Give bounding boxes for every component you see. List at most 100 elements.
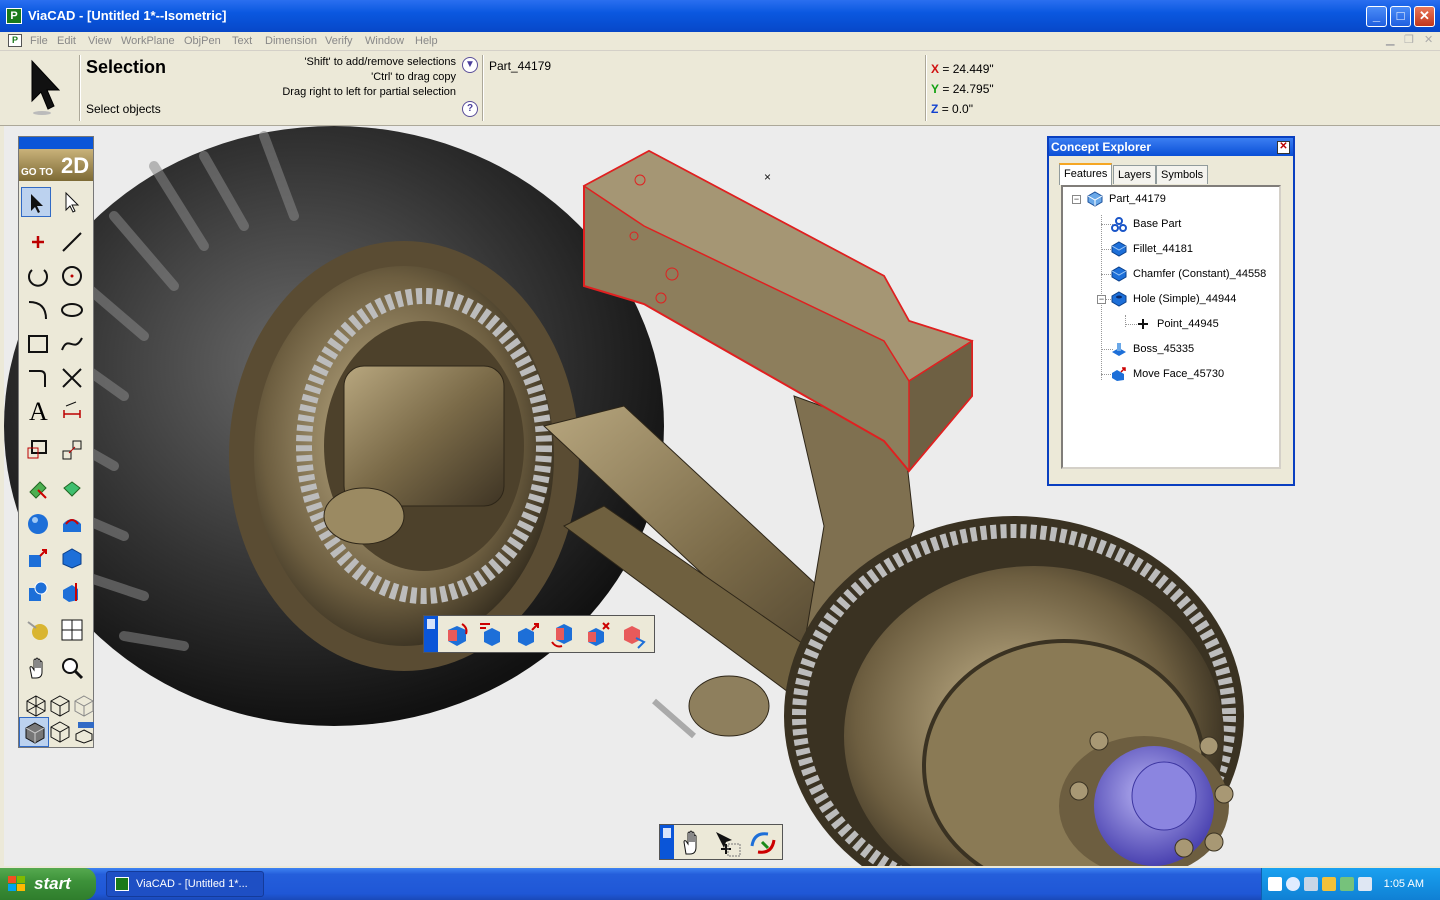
tree-item-base-part[interactable]: Base Part bbox=[1111, 215, 1181, 233]
move-face-icon bbox=[1112, 367, 1126, 382]
partial-select-tool[interactable] bbox=[57, 187, 87, 217]
maximize-button[interactable]: □ bbox=[1390, 6, 1411, 27]
render-tool[interactable] bbox=[23, 615, 53, 645]
mdi-restore-icon[interactable]: ❐ bbox=[1404, 33, 1414, 46]
goto-2d-button[interactable]: GO TO 2D bbox=[19, 149, 93, 181]
replace-face-icon[interactable] bbox=[618, 620, 648, 650]
concept-explorer-panel: Concept Explorer ✕ Features Layers Symbo… bbox=[1047, 136, 1295, 486]
view-named-tool[interactable] bbox=[69, 717, 99, 747]
menu-text[interactable]: Text bbox=[232, 33, 252, 49]
move-face-tool-icon[interactable] bbox=[512, 620, 542, 650]
text-tool[interactable]: A bbox=[23, 397, 53, 427]
view-toolbar-grip[interactable] bbox=[660, 825, 674, 859]
menu-edit[interactable]: Edit bbox=[57, 33, 76, 49]
window-title: ViaCAD - [Untitled 1*--Isometric] bbox=[28, 8, 227, 23]
help-button[interactable]: ? bbox=[462, 101, 478, 117]
box-tool[interactable] bbox=[57, 543, 87, 573]
pan-tool[interactable] bbox=[23, 653, 53, 683]
trim-tool[interactable] bbox=[57, 363, 87, 393]
dimension-tool[interactable] bbox=[57, 397, 87, 427]
help-tray-icon[interactable] bbox=[1268, 877, 1282, 891]
svg-text:×: × bbox=[764, 170, 771, 184]
tree-item-fillet[interactable]: Fillet_44181 bbox=[1111, 240, 1193, 258]
menu-help[interactable]: Help bbox=[415, 33, 438, 49]
select-arrow-icon bbox=[31, 194, 43, 213]
arc-tool[interactable] bbox=[23, 261, 53, 291]
rectangle-tool[interactable] bbox=[23, 329, 53, 359]
viacad-app-icon[interactable]: P bbox=[6, 8, 22, 24]
menu-verify[interactable]: Verify bbox=[325, 33, 353, 49]
circle-tool[interactable] bbox=[57, 261, 87, 291]
network-tray-icon[interactable] bbox=[1304, 877, 1318, 891]
tree-item-point[interactable]: Point_44945 bbox=[1135, 315, 1219, 333]
start-button[interactable]: start bbox=[0, 868, 96, 900]
delete-face-icon[interactable] bbox=[582, 620, 612, 650]
window-title-bar[interactable]: P ViaCAD - [Untitled 1*--Isometric] _ □ … bbox=[0, 0, 1440, 32]
workplane-tool[interactable] bbox=[23, 435, 53, 465]
menu-window[interactable]: Window bbox=[365, 33, 404, 49]
tree-item-hole[interactable]: Hole (Simple)_44944 bbox=[1111, 290, 1236, 308]
volume-tray-icon[interactable] bbox=[1358, 877, 1372, 891]
show-hidden-icons-icon[interactable] bbox=[1286, 877, 1300, 891]
point-icon bbox=[1138, 319, 1148, 330]
transform-tool[interactable] bbox=[57, 435, 87, 465]
extrude-tool[interactable] bbox=[23, 475, 53, 505]
minimize-button[interactable]: _ bbox=[1366, 6, 1387, 27]
menu-objpen[interactable]: ObjPen bbox=[184, 33, 221, 49]
rotate-face-icon[interactable] bbox=[442, 620, 472, 650]
tab-features[interactable]: Features bbox=[1059, 163, 1113, 185]
tool-palette-grip[interactable] bbox=[19, 137, 93, 149]
system-clock[interactable]: 1:05 AM bbox=[1384, 878, 1424, 890]
light-bulb-icon bbox=[27, 621, 48, 640]
ellipse-tool[interactable] bbox=[57, 295, 87, 325]
close-explorer-button[interactable]: ✕ bbox=[1277, 141, 1290, 154]
tab-layers[interactable]: Layers bbox=[1113, 165, 1157, 184]
menu-view[interactable]: View bbox=[88, 33, 112, 49]
line-tool[interactable] bbox=[57, 227, 87, 257]
security-tray-icon[interactable] bbox=[1322, 877, 1336, 891]
tree-item-boss[interactable]: Boss_45335 bbox=[1111, 340, 1194, 358]
document-icon[interactable]: P bbox=[8, 34, 22, 47]
orbit-icon[interactable] bbox=[748, 828, 778, 858]
trim-corner-tool[interactable] bbox=[23, 363, 53, 393]
pan-hand-icon[interactable] bbox=[678, 828, 708, 858]
select-tool[interactable] bbox=[21, 187, 51, 217]
layout-tool[interactable] bbox=[57, 615, 87, 645]
concept-explorer-title[interactable]: Concept Explorer bbox=[1049, 138, 1293, 156]
menu-file[interactable]: File bbox=[30, 33, 48, 49]
collapse-hole-toggle[interactable]: − bbox=[1097, 295, 1106, 304]
zoom-tool[interactable] bbox=[57, 653, 87, 683]
mdi-close-icon[interactable]: ✕ bbox=[1424, 33, 1433, 46]
mdi-minimize-icon[interactable]: ▁ bbox=[1386, 33, 1394, 46]
boss-icon bbox=[1112, 343, 1126, 357]
fillet-arc-tool[interactable] bbox=[23, 295, 53, 325]
spline-tool[interactable] bbox=[57, 329, 87, 359]
collapse-root-toggle[interactable]: − bbox=[1072, 195, 1081, 204]
tab-symbols[interactable]: Symbols bbox=[1156, 165, 1209, 184]
menu-workplane[interactable]: WorkPlane bbox=[121, 33, 175, 49]
update-tray-icon[interactable] bbox=[1340, 877, 1354, 891]
offset-face-icon[interactable] bbox=[476, 620, 506, 650]
section-tool[interactable] bbox=[57, 577, 87, 607]
menu-dimension[interactable]: Dimension bbox=[265, 33, 317, 49]
tree-item-part[interactable]: Part_44179 bbox=[1087, 190, 1166, 208]
align-face-icon[interactable] bbox=[548, 620, 578, 650]
move-face-tool[interactable] bbox=[23, 543, 53, 573]
hint-shift: 'Shift' to add/remove selections bbox=[304, 56, 456, 68]
point-tool[interactable] bbox=[23, 227, 53, 257]
revolve-icon bbox=[63, 481, 81, 497]
shell-tool[interactable] bbox=[57, 509, 87, 539]
taskbar-viacad-button[interactable]: ViaCAD - [Untitled 1*... bbox=[106, 871, 264, 897]
modify-toolbar-grip[interactable] bbox=[424, 616, 438, 652]
revolve-tool[interactable] bbox=[57, 475, 87, 505]
tree-item-chamfer[interactable]: Chamfer (Constant)_44558 bbox=[1111, 265, 1266, 283]
tree-item-move-face[interactable]: Move Face_45730 bbox=[1111, 365, 1224, 383]
spline-icon bbox=[61, 337, 83, 351]
close-button[interactable]: ✕ bbox=[1414, 6, 1435, 27]
corner-icon bbox=[29, 370, 46, 387]
boolean-tool[interactable] bbox=[23, 577, 53, 607]
zoom-window-icon[interactable] bbox=[712, 828, 742, 858]
options-dropdown-button[interactable]: ▼ bbox=[462, 57, 478, 73]
sphere-tool[interactable] bbox=[23, 509, 53, 539]
modify-toolbar bbox=[423, 615, 655, 653]
